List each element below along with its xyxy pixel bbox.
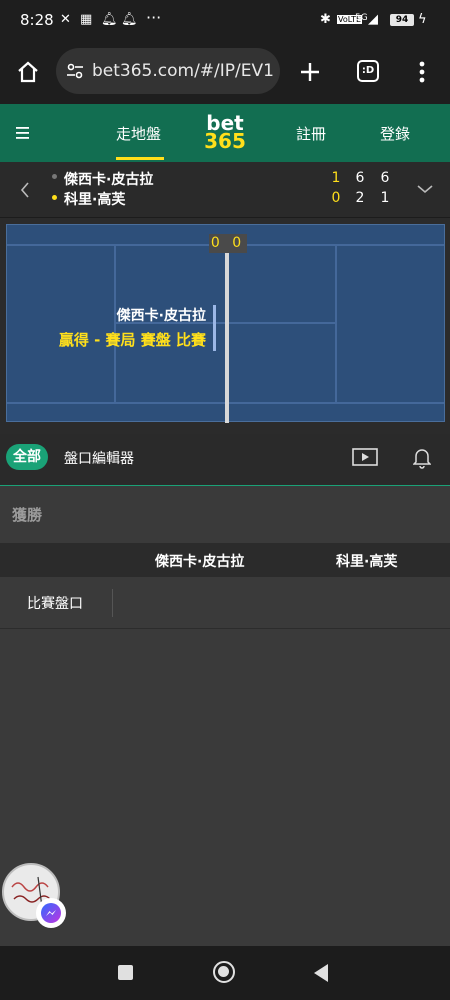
site-settings-icon[interactable] xyxy=(66,62,84,80)
url-text: bet365.com/#/IP/EV1 xyxy=(92,61,274,81)
market-section-header[interactable]: 獲勝 xyxy=(0,487,450,543)
p2-set-2: 1 xyxy=(380,190,390,206)
court-status: 贏得 - 賽局 賽盤 比賽 xyxy=(58,331,206,349)
bet365-logo[interactable]: bet 365 xyxy=(200,113,250,153)
mute-icon: ✕ xyxy=(60,12,71,27)
p2-game-score: 0 xyxy=(331,190,341,206)
new-tab-icon[interactable] xyxy=(299,61,321,83)
market-column-headers: 傑西卡·皮古拉 科里·高芙 xyxy=(0,543,450,577)
court-highlight-bar xyxy=(213,305,216,351)
recents-icon[interactable] xyxy=(118,965,133,980)
market-editor-link[interactable]: 盤口編輯器 xyxy=(64,448,134,468)
row-divider xyxy=(112,589,113,617)
login-link[interactable]: 登錄 xyxy=(380,123,410,144)
filter-all-button[interactable]: 全部 xyxy=(6,444,48,470)
market-title: 獲勝 xyxy=(12,506,43,524)
address-bar[interactable]: bet365.com/#/IP/EV1 xyxy=(56,48,280,94)
p2-set-1: 2 xyxy=(355,190,365,206)
battery-indicator: 94 xyxy=(390,14,414,26)
serve-indicator-p2 xyxy=(52,195,57,200)
market-filter-bar: 全部 盤口編輯器 xyxy=(0,434,450,486)
system-nav-bar xyxy=(0,946,450,1000)
back-icon[interactable] xyxy=(312,963,330,983)
p1-set-2: 6 xyxy=(380,170,390,186)
hamburger-menu-icon[interactable] xyxy=(16,126,32,140)
p1-game-score: 1 xyxy=(331,170,341,186)
p1-set-1: 6 xyxy=(355,170,365,186)
player-1-name: 傑西卡·皮古拉 xyxy=(64,172,154,188)
browser-toolbar: bet365.com/#/IP/EV1 :D xyxy=(0,42,450,104)
home-icon[interactable] xyxy=(16,60,40,84)
bell-icon[interactable] xyxy=(413,447,431,469)
home-nav-inner xyxy=(218,966,229,977)
notification-bell-icon-2: 🔔︎ xyxy=(121,12,138,27)
chevron-down-icon[interactable] xyxy=(417,184,433,194)
calendar-icon: ▦ xyxy=(80,12,93,27)
messenger-icon[interactable] xyxy=(36,898,66,928)
market-row: 比賽盤口 xyxy=(0,577,450,629)
notification-bell-icon: 🔔︎ xyxy=(101,12,118,27)
home-nav-icon[interactable] xyxy=(213,961,235,983)
column-player-1: 傑西卡·皮古拉 xyxy=(155,554,245,570)
more-notifications-icon: ··· xyxy=(146,8,162,27)
video-play-icon[interactable] xyxy=(352,448,378,468)
serve-indicator-p1 xyxy=(52,174,57,179)
signal-icon: ◢ xyxy=(368,12,378,27)
chevron-left-icon[interactable] xyxy=(20,182,30,198)
active-tab-indicator xyxy=(116,157,164,160)
bluetooth-icon: ✱ xyxy=(320,12,331,27)
service-line-right xyxy=(335,244,337,404)
tab-switcher-icon[interactable]: :D xyxy=(357,60,379,82)
browser-menu-icon[interactable] xyxy=(417,60,427,84)
messenger-bolt-icon xyxy=(46,910,56,916)
status-bar: 8:28 ✕ ▦ 🔔︎ 🔔︎ ··· ✱ VoLTE 5G ◢ 94 ϟ xyxy=(0,0,450,42)
player-2-name: 科里·高芙 xyxy=(64,192,126,208)
match-visualiser: 0 0 傑西卡·皮古拉 贏得 - 賽局 賽盤 比賽 xyxy=(0,218,450,434)
scoreboard: 傑西卡·皮古拉 科里·高芙 1 6 6 0 2 1 xyxy=(0,162,450,218)
court-player-name: 傑西卡·皮古拉 xyxy=(116,308,206,324)
row-label: 比賽盤口 xyxy=(27,596,83,612)
court-net xyxy=(225,253,229,423)
tab-inplay[interactable]: 走地盤 xyxy=(116,123,161,144)
point-score: 0 0 xyxy=(209,234,247,253)
clock: 8:28 xyxy=(20,11,54,29)
column-player-2: 科里·高芙 xyxy=(336,554,398,570)
network-type: 5G xyxy=(355,13,368,23)
register-link[interactable]: 註冊 xyxy=(296,123,326,144)
site-header: 走地盤 bet 365 註冊 登錄 xyxy=(0,104,450,162)
tennis-court: 0 0 傑西卡·皮古拉 贏得 - 賽局 賽盤 比賽 xyxy=(6,224,445,423)
logo-bottom: 365 xyxy=(204,129,246,153)
charging-icon: ϟ xyxy=(418,12,427,27)
